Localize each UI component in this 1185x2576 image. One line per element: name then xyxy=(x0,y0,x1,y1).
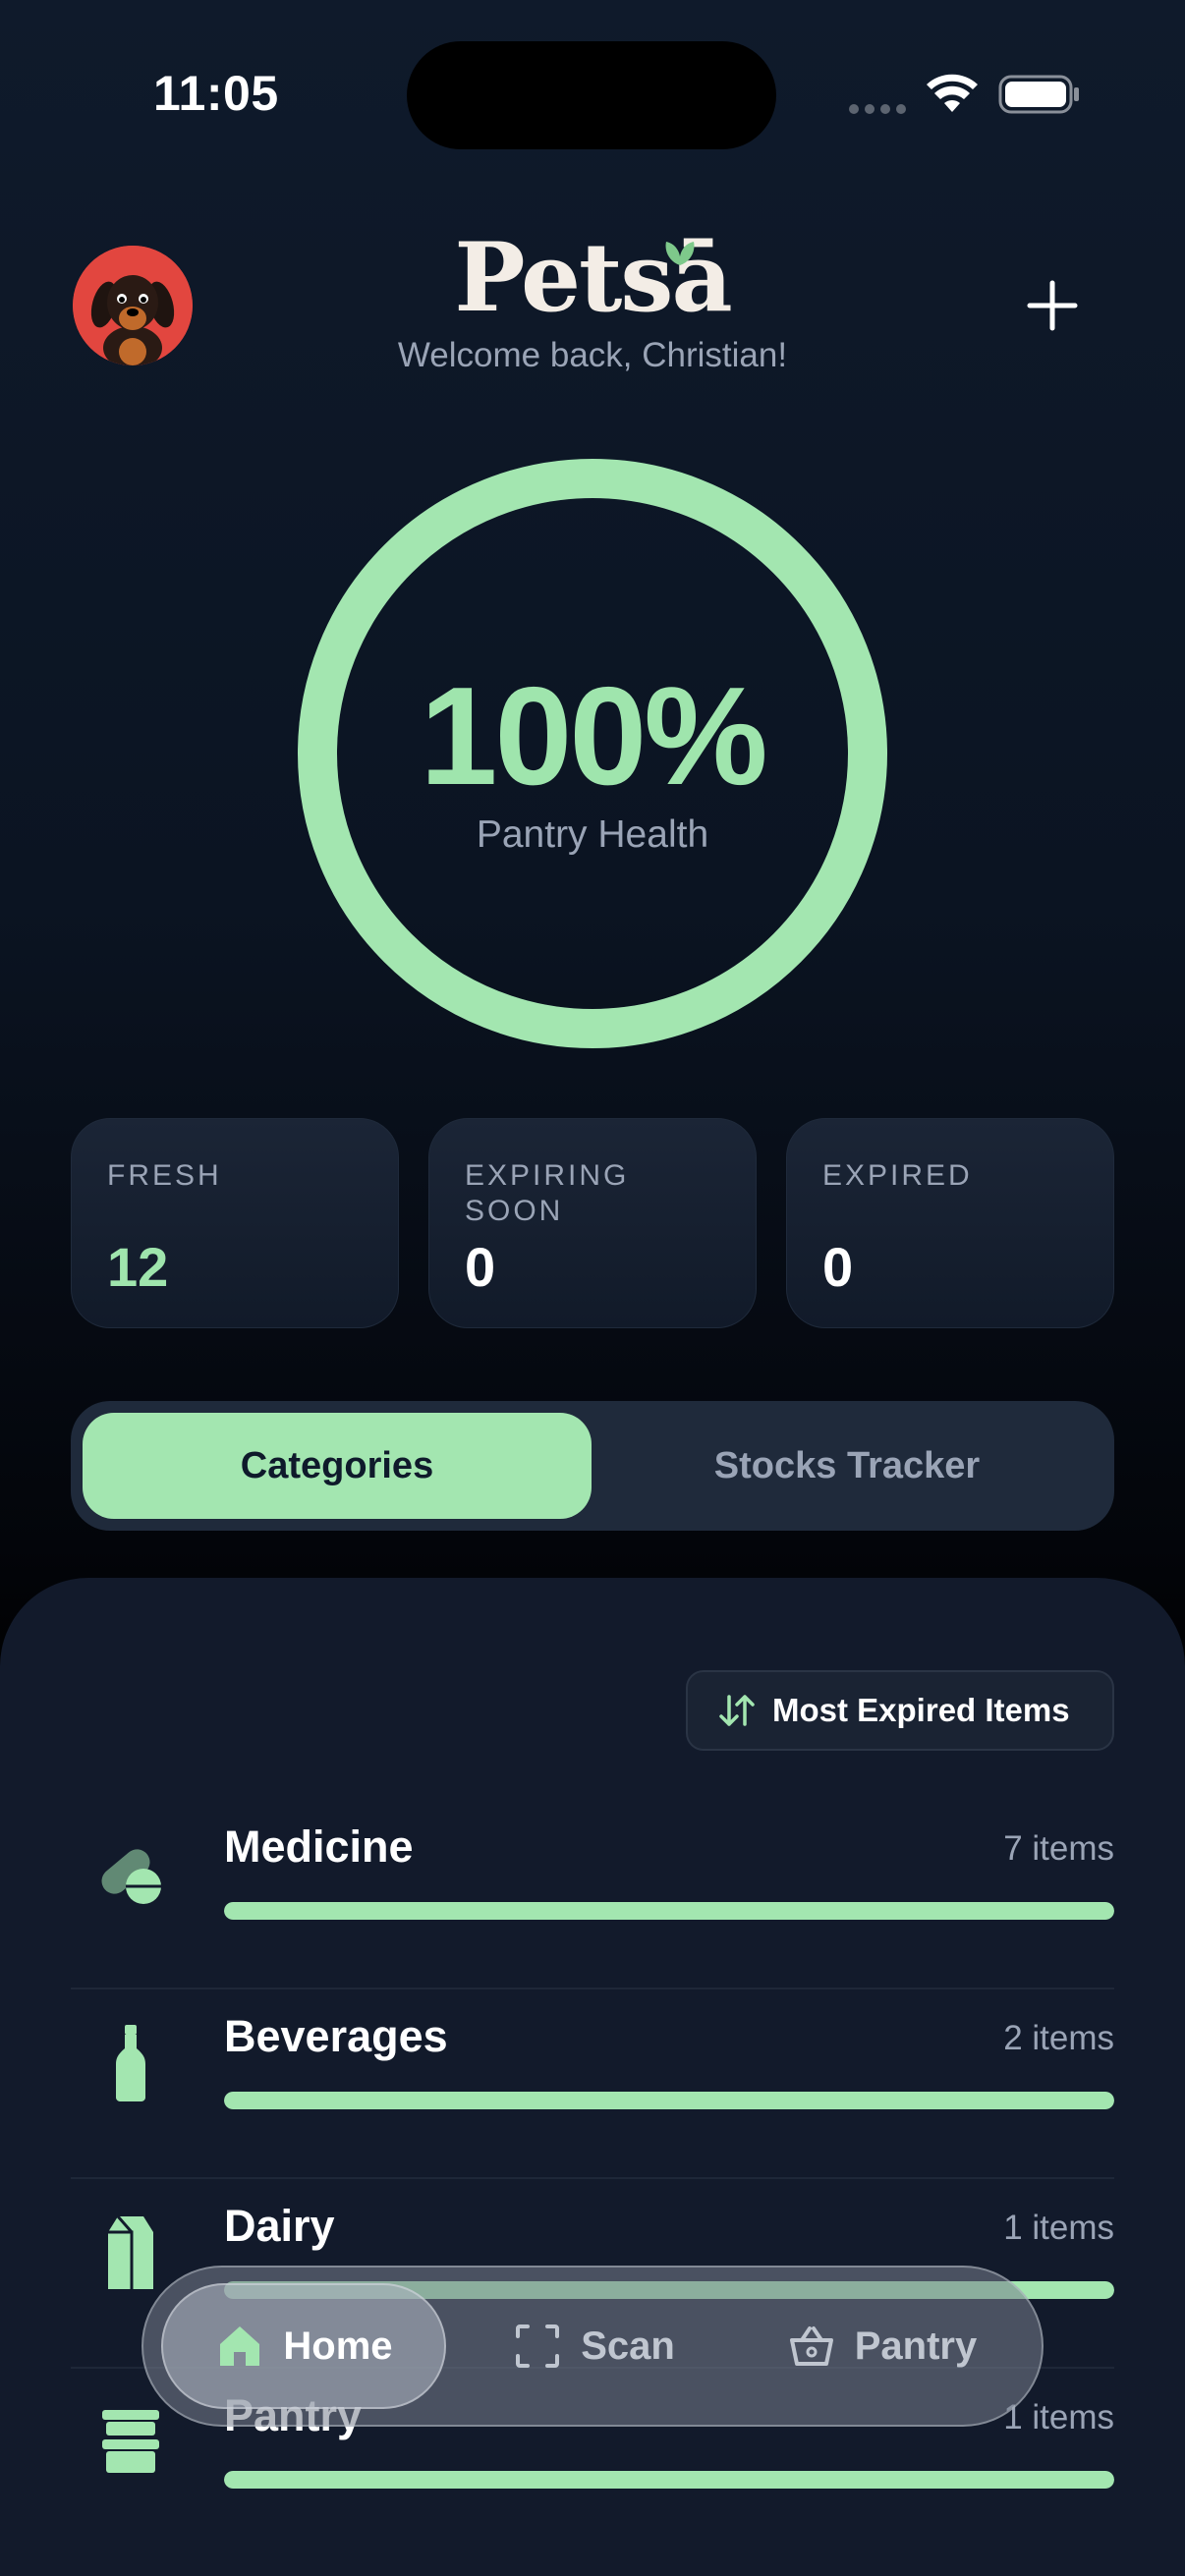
tab-pantry[interactable]: Pantry xyxy=(768,2283,994,2409)
category-count: 1 items xyxy=(1003,2398,1114,2436)
category-row-beverages[interactable]: Beverages 2 items xyxy=(71,1989,1114,2179)
container-icon xyxy=(102,2410,159,2473)
category-count: 2 items xyxy=(1003,2019,1114,2057)
category-count: 1 items xyxy=(1003,2209,1114,2247)
category-progress-bar xyxy=(224,2471,1114,2489)
stat-value: 0 xyxy=(465,1236,496,1298)
home-screen: 11:05 Petsā Welcome back, Christian! 100… xyxy=(0,0,1185,2576)
view-segmented-control: Categories Stocks Tracker xyxy=(71,1401,1114,1531)
sort-label: Most Expired Items xyxy=(772,1692,1070,1728)
wifi-icon xyxy=(927,74,978,112)
tab-scan[interactable]: Scan xyxy=(495,2283,692,2409)
battery-icon xyxy=(998,75,1079,114)
category-progress-bar xyxy=(224,1902,1114,1920)
tab-stocks-tracker[interactable]: Stocks Tracker xyxy=(592,1413,1102,1519)
house-icon xyxy=(220,2326,260,2366)
status-time: 11:05 xyxy=(153,66,279,121)
milk-carton-icon xyxy=(108,2215,153,2289)
tab-label: Home xyxy=(283,2324,393,2368)
pantry-health-label: Pantry Health xyxy=(476,813,709,856)
category-name: Beverages xyxy=(224,2011,448,2061)
pill-icon xyxy=(101,1849,161,1904)
pantry-health-value: 100% xyxy=(420,658,767,814)
basket-icon xyxy=(789,2326,833,2366)
category-row-medicine[interactable]: Medicine 7 items xyxy=(71,1800,1114,1989)
scan-frame-icon xyxy=(516,2324,560,2368)
cellular-signal-icon xyxy=(849,104,906,114)
stat-label: EXPIRED xyxy=(822,1159,973,1192)
category-progress-bar xyxy=(224,2092,1114,2109)
stat-label: EXPIRING SOON xyxy=(465,1159,630,1227)
welcome-message: Welcome back, Christian! xyxy=(397,336,788,374)
app-logo: Petsā xyxy=(454,222,732,333)
tab-home[interactable]: Home xyxy=(161,2283,446,2409)
bottle-icon xyxy=(116,2025,145,2101)
tab-label: Scan xyxy=(581,2324,675,2368)
category-progress-fill xyxy=(224,2092,1114,2109)
sort-button[interactable]: Most Expired Items xyxy=(686,1670,1114,1751)
stat-value: 0 xyxy=(822,1236,854,1298)
stat-card-expiring-soon[interactable]: EXPIRING SOON 0 xyxy=(428,1118,757,1328)
sort-arrows-icon xyxy=(719,1695,755,1726)
stat-card-fresh[interactable]: FRESH 12 xyxy=(71,1118,399,1328)
bottom-tab-bar: Home Scan Pantry xyxy=(141,2266,1044,2427)
category-count: 7 items xyxy=(1003,1829,1114,1868)
stat-value: 12 xyxy=(107,1236,169,1298)
add-item-button[interactable] xyxy=(1024,277,1081,334)
tab-label: Pantry xyxy=(854,2324,978,2368)
category-progress-fill xyxy=(224,2471,1114,2489)
stat-label: FRESH xyxy=(107,1159,222,1192)
stat-card-expired[interactable]: EXPIRED 0 xyxy=(786,1118,1114,1328)
tab-categories[interactable]: Categories xyxy=(83,1413,592,1519)
dynamic-island xyxy=(407,41,776,149)
category-name: Medicine xyxy=(224,1821,414,1872)
category-name: Dairy xyxy=(224,2201,335,2251)
category-progress-fill xyxy=(224,1902,1114,1920)
leaf-icon xyxy=(665,242,695,265)
